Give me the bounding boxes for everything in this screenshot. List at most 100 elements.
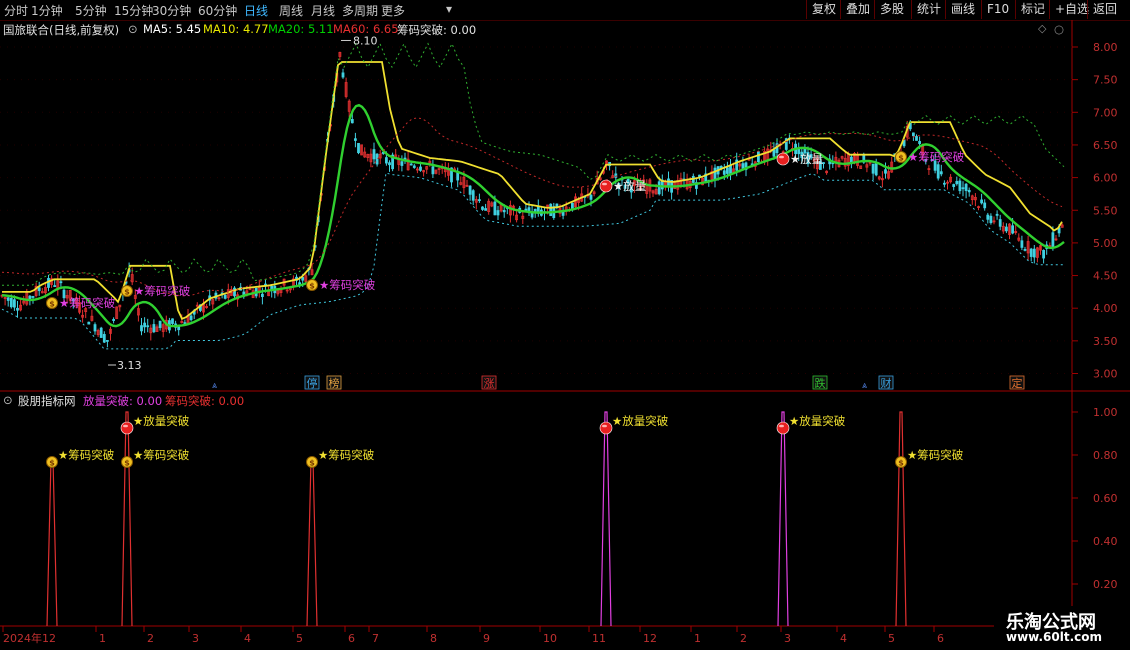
indicator-signal-label: ★放量突破 (133, 414, 190, 428)
indicator-title: 股朋指标网 (18, 394, 76, 408)
volume-ball-icon (599, 179, 613, 193)
signal-label: ★筹码突破 (319, 278, 376, 292)
candle-body (964, 183, 968, 191)
dollar-glyph: $ (898, 459, 904, 468)
candle-body (375, 153, 379, 165)
candle-body (16, 307, 19, 311)
price-tick-label: 8.00 (1093, 41, 1118, 54)
candle-body (146, 325, 150, 328)
candle-body (561, 211, 565, 216)
date-tick-label: 11 (592, 632, 606, 645)
candle-body (871, 163, 875, 174)
indicator-tick-label: 0.20 (1093, 578, 1118, 591)
event-tag-label: 停 (307, 376, 318, 390)
candle-body (986, 214, 990, 220)
date-tick-label: 8 (430, 632, 437, 645)
candle-body (223, 294, 227, 299)
watermark-url: www.60lt.com (1006, 630, 1103, 644)
dollar-glyph: $ (124, 288, 130, 297)
ma-value: 筹码突破: 0.00 (397, 23, 477, 37)
candle-body (961, 187, 965, 190)
candle-body (106, 340, 109, 342)
candle-body (12, 299, 16, 308)
candle-body (1023, 249, 1027, 251)
date-tick-label: 10 (543, 632, 557, 645)
candle-body (301, 277, 305, 281)
candle-body (412, 165, 416, 168)
volume-ball-icon (120, 421, 134, 435)
candle-body (353, 138, 357, 141)
candle-body (372, 149, 376, 160)
price-tick-label: 6.00 (1093, 172, 1118, 185)
date-tick-label: 9 (483, 632, 490, 645)
indicator-tick-label: 0.60 (1093, 492, 1118, 505)
close-panel-icon[interactable]: ○ (1054, 22, 1064, 36)
candle-body (939, 171, 943, 175)
date-tick-label: 6 (937, 632, 944, 645)
candle-body (350, 118, 354, 124)
price-tick-label: 3.00 (1093, 368, 1118, 381)
candle-body (260, 293, 264, 297)
candle-body (152, 324, 156, 333)
date-tick-label: 5 (888, 632, 895, 645)
stock-title: 国旅联合(日线,前复权) (3, 23, 120, 37)
indicator-tick-label: 0.80 (1093, 449, 1118, 462)
candle-body (918, 141, 921, 144)
candle-body (409, 163, 413, 166)
candle-body (189, 315, 193, 321)
candle-body (171, 318, 174, 324)
date-tick-label: 4 (244, 632, 251, 645)
double-up-arrow-icon: ⩓ (862, 381, 867, 391)
candle-body (722, 170, 726, 175)
event-tag-label: 定 (1012, 376, 1023, 390)
indicator-spike (895, 411, 907, 627)
kline-chart[interactable]: 8.103.13$ ★筹码突破$ ★筹码突破 $ ★筹码突破★放量★放量 $ ★筹码突破停榜… (0, 0, 1130, 650)
date-tick-label: 4 (840, 632, 847, 645)
indicator-signal-label: ★筹码突破 (318, 448, 375, 462)
candle-body (726, 167, 729, 174)
candle-body (456, 172, 460, 181)
signal-label: ★筹码突破 (59, 296, 116, 310)
candle-body (943, 182, 946, 185)
signal-label: ★放量 (790, 152, 823, 166)
double-up-arrow-icon: ⩓ (212, 381, 217, 391)
collapse-icon[interactable]: ⊙ (128, 22, 138, 36)
indicator-spike (46, 458, 58, 627)
ma-value: MA5: 5.45 (143, 22, 202, 36)
candle-body (388, 162, 391, 166)
date-tick-label: 3 (192, 632, 199, 645)
candle-body (1020, 240, 1024, 248)
ball-highlight (779, 424, 784, 428)
volume-ball-icon (599, 421, 613, 435)
dollar-glyph: $ (49, 300, 55, 309)
diamond-icon[interactable]: ◇ (1038, 22, 1046, 35)
high-label: 8.10 (353, 34, 378, 47)
indicator-collapse-icon[interactable]: ⊙ (3, 393, 13, 407)
date-tick-label: 3 (784, 632, 791, 645)
candle-body (912, 132, 915, 137)
candle-body (53, 285, 57, 288)
candle-body (9, 298, 13, 308)
indicator-spike (600, 411, 612, 627)
date-tick-label: 12 (643, 632, 657, 645)
ma-value: MA60: 6.65 (333, 22, 399, 36)
candle-body (980, 199, 983, 204)
signal-label: ★放量 (613, 179, 646, 193)
ma-value: MA20: 5.11 (268, 22, 334, 36)
ball-highlight (123, 424, 128, 428)
candle-body (468, 185, 472, 195)
event-tag-label: 财 (881, 376, 892, 390)
low-label: 3.13 (117, 359, 142, 372)
candle-body (502, 210, 506, 213)
candle-body (657, 181, 661, 195)
event-tag-label: 涨 (484, 377, 495, 390)
candle-body (59, 281, 63, 284)
candle-body (37, 287, 41, 292)
candle-body (955, 181, 959, 185)
price-tick-label: 3.50 (1093, 335, 1118, 348)
candle-body (1042, 249, 1045, 259)
candle-body (431, 166, 435, 175)
candle-body (493, 201, 497, 216)
candle-body (496, 210, 500, 216)
candle-body (112, 319, 115, 321)
